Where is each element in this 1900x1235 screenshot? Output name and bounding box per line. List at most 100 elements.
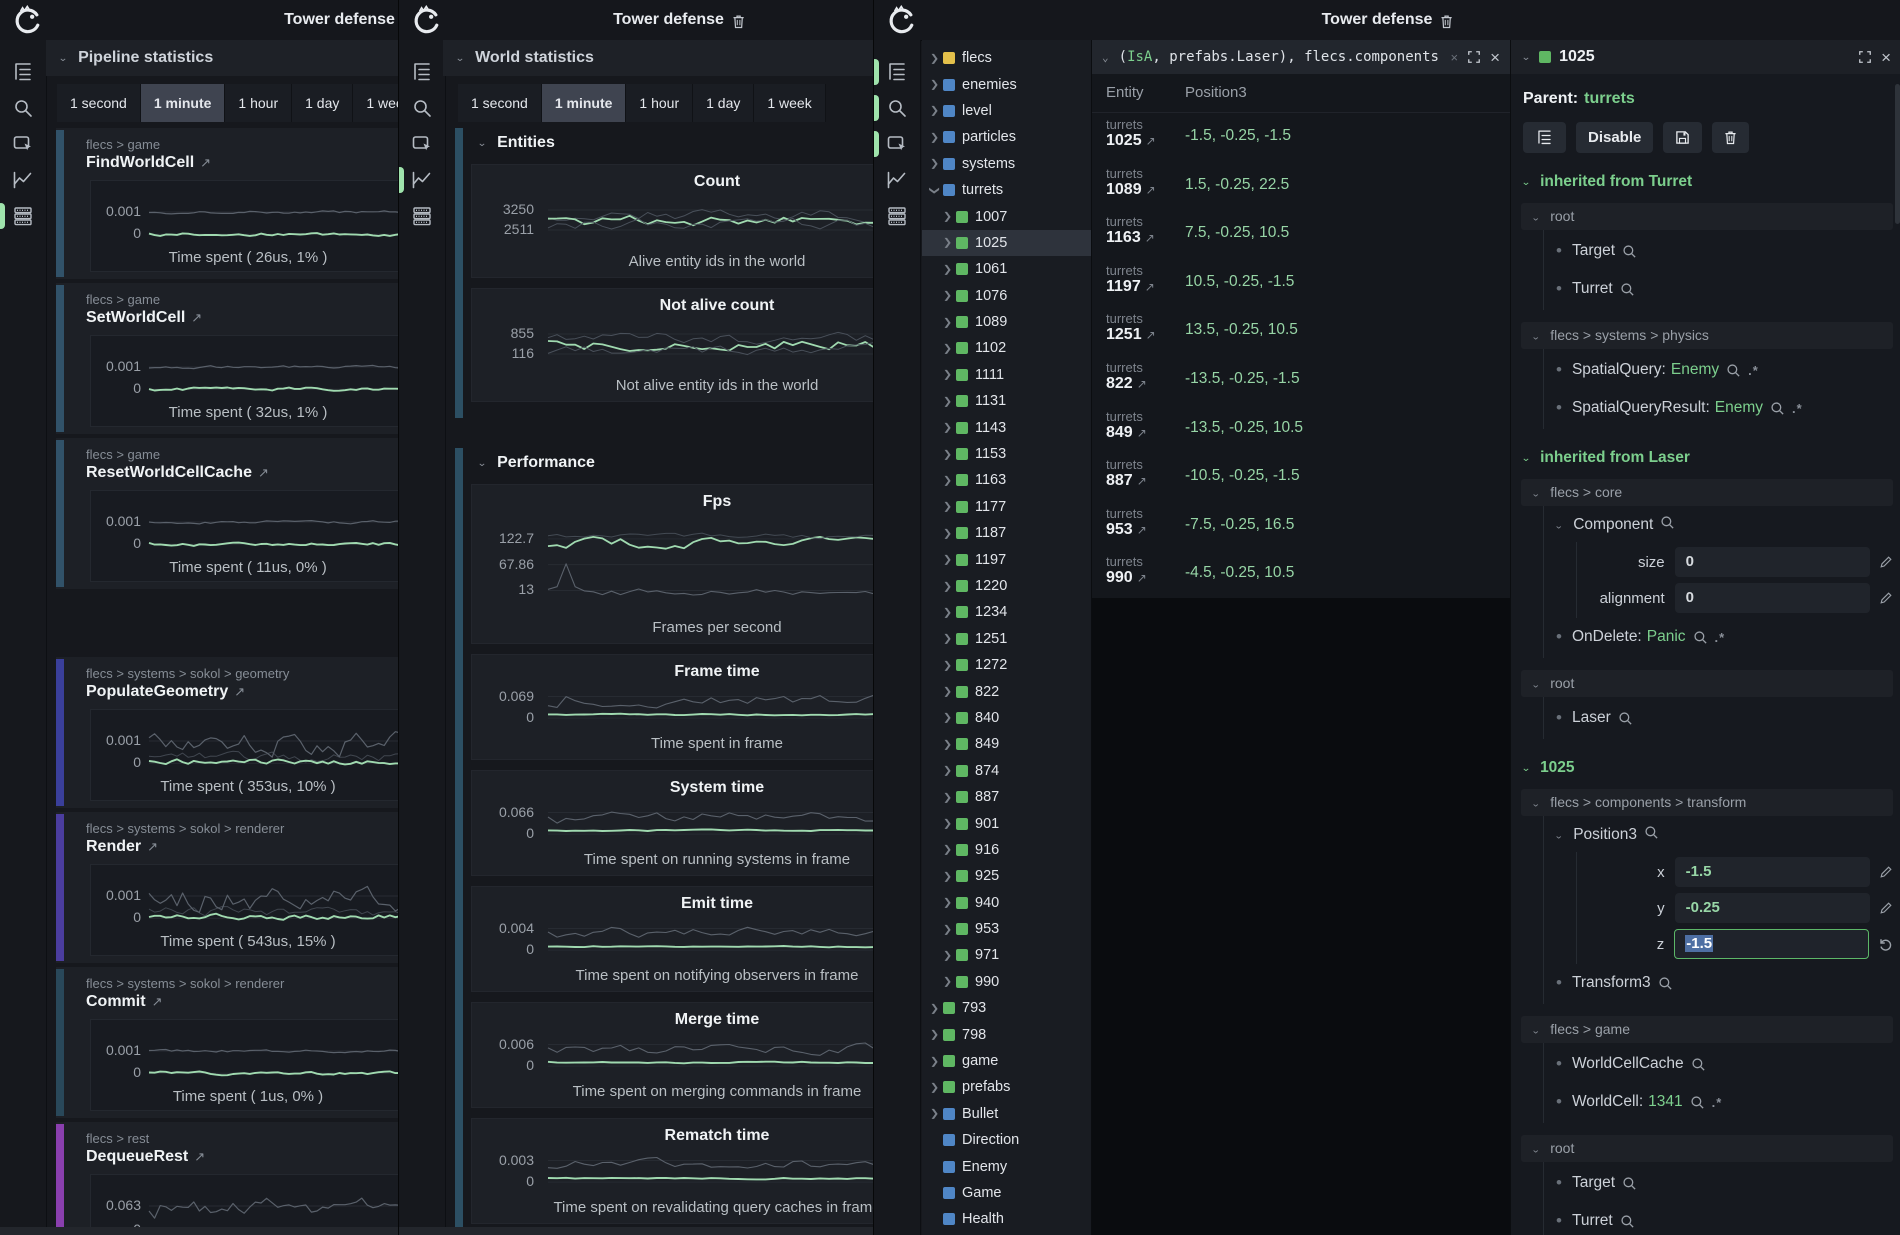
tree-item-1089[interactable]: ❯1089 xyxy=(922,309,1091,335)
stats-icon[interactable] xyxy=(883,202,911,230)
chart-title[interactable]: SetWorldCell↗ xyxy=(86,309,202,327)
query-row-822[interactable]: turrets822↗-13.5, -0.25, -1.5 xyxy=(1092,355,1510,404)
select-icon[interactable] xyxy=(9,130,37,158)
chevron-right-icon[interactable]: ❯ xyxy=(941,818,954,830)
chevron-right-icon[interactable]: ❯ xyxy=(941,791,954,803)
chevron-right-icon[interactable]: ❯ xyxy=(941,211,954,223)
chevron-right-icon[interactable]: ❯ xyxy=(941,923,954,935)
search-icon[interactable] xyxy=(1658,976,1673,991)
collapse-chevron-icon[interactable]: ⌄ xyxy=(1521,51,1531,62)
query-row-953[interactable]: turrets953↗-7.5, -0.25, 16.5 xyxy=(1092,501,1510,550)
pipeline-card-SetWorldCell[interactable]: flecs > gameSetWorldCell↗0.0010Time spen… xyxy=(56,283,406,434)
inspector-section-header[interactable]: ⌄inherited from Turret xyxy=(1521,173,1893,191)
chart-title[interactable]: PopulateGeometry↗ xyxy=(86,683,245,701)
component-value-link[interactable]: Panic xyxy=(1647,628,1686,646)
tree-item-level[interactable]: ❯level xyxy=(922,98,1091,124)
search-icon[interactable] xyxy=(1620,1214,1635,1229)
tab-1-hour[interactable]: 1 hour xyxy=(225,84,292,122)
tab-1-day[interactable]: 1 day xyxy=(292,84,353,122)
scope-bar[interactable]: ⌄flecs > components > transform xyxy=(1521,789,1893,816)
scope-bar[interactable]: ⌄flecs > systems > physics xyxy=(1521,322,1893,349)
tree-item-prefabs[interactable]: ❯prefabs xyxy=(922,1074,1091,1100)
chart-title[interactable]: Commit↗ xyxy=(86,993,162,1011)
query-row-849[interactable]: turrets849↗-13.5, -0.25, 10.5 xyxy=(1092,404,1510,453)
chevron-right-icon[interactable]: ❯ xyxy=(941,237,954,249)
field-input-size[interactable]: 0 xyxy=(1675,547,1870,577)
tab-1-hour[interactable]: 1 hour xyxy=(626,84,693,122)
ref-icon[interactable]: .* xyxy=(1748,363,1759,378)
chevron-right-icon[interactable]: ❯ xyxy=(941,501,954,513)
search-icon[interactable] xyxy=(1622,1176,1637,1191)
field-input-z[interactable]: -1.5 xyxy=(1674,929,1869,959)
tree-item-1007[interactable]: ❯1007 xyxy=(922,203,1091,229)
tab-1-second[interactable]: 1 second xyxy=(458,84,542,122)
outliner-icon[interactable] xyxy=(883,58,911,86)
expand-icon[interactable] xyxy=(1467,50,1481,64)
chevron-right-icon[interactable]: ❯ xyxy=(941,316,954,328)
chart-title[interactable]: FindWorldCell↗ xyxy=(86,154,211,172)
query-row-1197[interactable]: turrets1197↗10.5, -0.25, -1.5 xyxy=(1092,258,1510,307)
tab-1-day[interactable]: 1 day xyxy=(693,84,754,122)
chevron-right-icon[interactable]: ❯ xyxy=(928,52,941,64)
component-value-link[interactable]: Enemy xyxy=(1715,399,1763,417)
chevron-right-icon[interactable]: ❯ xyxy=(928,1002,941,1014)
pipeline-card-ResetWorldCellCache[interactable]: flecs > gameResetWorldCellCache↗0.0010Ti… xyxy=(56,438,406,589)
entity-id-link[interactable]: 1251↗ xyxy=(1106,326,1156,344)
search-icon[interactable] xyxy=(1660,515,1675,535)
tree-item-Health[interactable]: Health xyxy=(922,1206,1091,1232)
search-icon[interactable] xyxy=(883,94,911,122)
trash-icon[interactable] xyxy=(732,14,745,29)
component-item-Transform3[interactable]: •Transform3 xyxy=(1544,964,1893,1002)
scope-bar[interactable]: ⌄root xyxy=(1521,203,1893,230)
tree-item-1187[interactable]: ❯1187 xyxy=(922,520,1091,546)
chevron-right-icon[interactable]: ❯ xyxy=(941,686,954,698)
tree-item-Direction[interactable]: Direction xyxy=(922,1127,1091,1153)
trash-icon[interactable] xyxy=(1440,14,1453,29)
delete-button[interactable] xyxy=(1712,122,1749,153)
chevron-right-icon[interactable]: ❯ xyxy=(941,448,954,460)
ref-icon[interactable]: .* xyxy=(1715,630,1726,645)
query-row-1251[interactable]: turrets1251↗13.5, -0.25, 10.5 xyxy=(1092,306,1510,355)
chevron-right-icon[interactable]: ❯ xyxy=(941,712,954,724)
entity-id-link[interactable]: 887↗ xyxy=(1106,472,1147,490)
tree-item-1102[interactable]: ❯1102 xyxy=(922,335,1091,361)
component-item-Laser[interactable]: •Laser xyxy=(1544,699,1893,737)
tree-item-Game[interactable]: Game xyxy=(922,1180,1091,1206)
tree-item-1163[interactable]: ❯1163 xyxy=(922,467,1091,493)
tree-item-1076[interactable]: ❯1076 xyxy=(922,283,1091,309)
scope-bar[interactable]: ⌄root xyxy=(1521,1135,1893,1162)
pipeline-card-Render[interactable]: flecs > systems > sokol > rendererRender… xyxy=(56,812,406,963)
tree-item-798[interactable]: ❯798 xyxy=(922,1021,1091,1047)
select-icon[interactable] xyxy=(408,130,436,158)
chevron-right-icon[interactable]: ❯ xyxy=(928,79,941,91)
tree-item-1234[interactable]: ❯1234 xyxy=(922,599,1091,625)
tree-item-887[interactable]: ❯887 xyxy=(922,784,1091,810)
chevron-right-icon[interactable]: ❯ xyxy=(928,1108,941,1120)
chevron-right-icon[interactable]: ❯ xyxy=(941,527,954,539)
search-icon[interactable] xyxy=(1693,630,1708,645)
entity-id-link[interactable]: 1089↗ xyxy=(1106,181,1156,199)
pipeline-card-Commit[interactable]: flecs > systems > sokol > rendererCommit… xyxy=(56,967,406,1118)
tree-item-916[interactable]: ❯916 xyxy=(922,837,1091,863)
chevron-right-icon[interactable]: ❯ xyxy=(941,263,954,275)
query-row-1025[interactable]: turrets1025↗-1.5, -0.25, -1.5 xyxy=(1092,112,1510,161)
chart-title[interactable]: Render↗ xyxy=(86,838,158,856)
component-expand-Component[interactable]: ⌄Component xyxy=(1544,508,1893,542)
chevron-right-icon[interactable]: ❯ xyxy=(941,554,954,566)
query-row-1089[interactable]: turrets1089↗1.5, -0.25, 22.5 xyxy=(1092,161,1510,210)
tree-item-turrets[interactable]: ❯turrets xyxy=(922,177,1091,203)
chevron-right-icon[interactable]: ❯ xyxy=(928,1029,941,1041)
tree-item-enemies[interactable]: ❯enemies xyxy=(922,71,1091,97)
tree-item-849[interactable]: ❯849 xyxy=(922,731,1091,757)
tab-1-minute[interactable]: 1 minute xyxy=(141,84,226,122)
close-icon[interactable]: × xyxy=(1490,49,1500,66)
tree-item-1143[interactable]: ❯1143 xyxy=(922,414,1091,440)
search-icon[interactable] xyxy=(1770,401,1785,416)
chevron-right-icon[interactable]: ❯ xyxy=(941,950,954,962)
scope-bar[interactable]: ⌄flecs > game xyxy=(1521,1016,1893,1043)
tree-item-1251[interactable]: ❯1251 xyxy=(922,626,1091,652)
query-expression[interactable]: ⌄(IsA, prefabs.Laser), flecs.components xyxy=(1102,49,1441,65)
search-icon[interactable] xyxy=(9,94,37,122)
chevron-right-icon[interactable]: ❯ xyxy=(941,659,954,671)
tree-item-901[interactable]: ❯901 xyxy=(922,810,1091,836)
